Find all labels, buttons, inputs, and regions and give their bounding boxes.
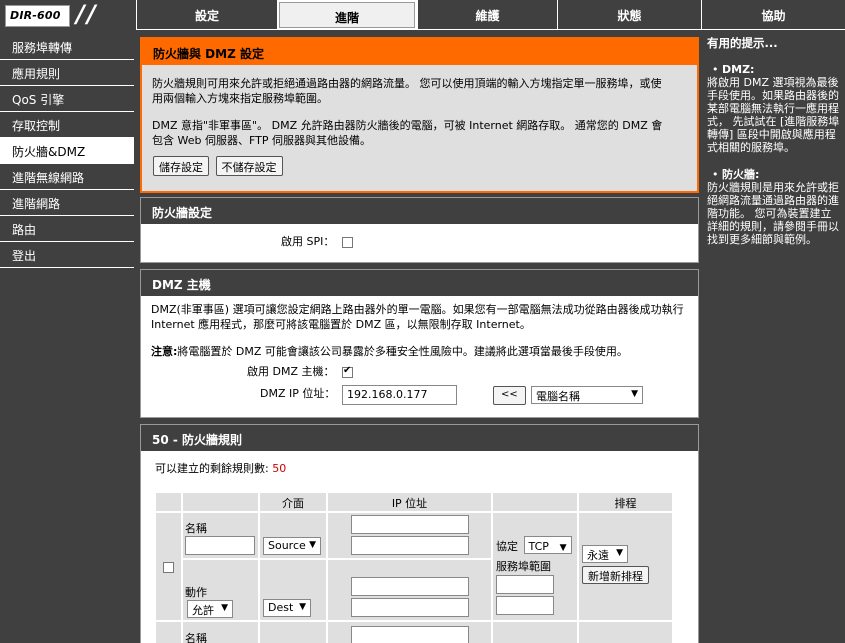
dest-interface-select[interactable]: Dest ▼: [263, 599, 311, 617]
dropdown-arrow-icon: ▼: [616, 548, 623, 558]
dmz-ip-label: DMZ IP 位址：: [260, 387, 336, 400]
protocol-value: TCP: [528, 540, 549, 553]
sidebar-item-port-forwarding[interactable]: 服務埠轉傳: [0, 34, 134, 60]
add-schedule-button[interactable]: 新增新排程: [582, 566, 649, 584]
rule-action-label: 動作: [185, 586, 207, 599]
dest-ip-start-input[interactable]: [350, 577, 469, 596]
table-row: 名稱: [156, 622, 672, 643]
firewall-rules-title: 50 - 防火牆規則: [141, 425, 698, 451]
rule-name-label: 名稱: [185, 632, 207, 643]
sidebar-item-routing[interactable]: 路由: [0, 216, 134, 242]
dropdown-arrow-icon: ▼: [299, 602, 306, 612]
sidebar-item-qos-engine[interactable]: QoS 引擎: [0, 86, 134, 112]
hint-firewall-title: 防火牆:: [722, 168, 760, 181]
tab-status[interactable]: 狀態: [557, 0, 701, 30]
dmz-intro-paragraph: DMZ 意指"非軍事區"。 DMZ 允許路由器防火牆後的電腦，可被 Intern…: [152, 119, 663, 147]
dmz-note-text: 將電腦置於 DMZ 可能會讓該公司暴露於多種安全性風險中。建議將此選項當最後手段…: [177, 345, 628, 358]
hint-dmz-text: 將啟用 DMZ 選項視為最後手段使用。如果路由器後的某部電腦無法執行一應用程式，…: [707, 76, 840, 154]
page-title: 防火牆與 DMZ 設定: [142, 39, 697, 65]
hint-firewall-text: 防火牆規則是用來允許或拒絕網路流量通過路由器的進階功能。 您可為裝置建立詳細的規…: [707, 181, 839, 246]
source-ip-end-input[interactable]: [350, 536, 469, 555]
dmz-note-label: 注意:: [151, 345, 178, 358]
protocol-label: 協定: [496, 540, 518, 553]
port-end-input[interactable]: [496, 596, 554, 615]
rule-enable-checkbox[interactable]: [163, 561, 174, 573]
dropdown-arrow-icon: ▼: [309, 540, 316, 550]
save-settings-button[interactable]: 儲存設定: [153, 156, 209, 176]
tab-maintenance[interactable]: 維護: [417, 0, 557, 30]
port-start-input[interactable]: [496, 575, 554, 594]
computer-name-select-value: 電腦名稱: [536, 390, 580, 403]
firewall-rules-section: 50 - 防火牆規則 可以建立的剩餘規則數: 50 介面 IP 位址 排程 名稱…: [140, 424, 699, 643]
intro-section: 防火牆與 DMZ 設定 防火牆規則可用來允許或拒絕通過路由器的網路流量。 您可以…: [140, 37, 699, 193]
sidebar-item-advanced-wireless[interactable]: 進階無線網路: [0, 164, 134, 190]
schedule-value: 永遠: [587, 549, 609, 562]
sidebar-item-advanced-network[interactable]: 進階網路: [0, 190, 134, 216]
sidebar: 服務埠轉傳 應用規則 QoS 引擎 存取控制 防火牆&DMZ 進階無線網路 進階…: [0, 34, 134, 268]
rule-name-input[interactable]: [185, 536, 255, 555]
copy-ip-button[interactable]: <<: [493, 386, 526, 405]
protocol-select[interactable]: TCP ▼: [523, 536, 572, 554]
logo-slash-icon: /: [76, 0, 85, 28]
sidebar-item-access-control[interactable]: 存取控制: [0, 112, 134, 138]
schedule-select[interactable]: 永遠 ▼: [582, 545, 628, 563]
dmz-description: DMZ(非軍事區) 選項可讓您設定網路上路由器外的單一電腦。如果您有一部電腦無法…: [151, 303, 684, 331]
dont-save-settings-button[interactable]: 不儲存設定: [215, 156, 283, 176]
dropdown-arrow-icon: ▼: [631, 389, 638, 399]
source-interface-value: Source: [268, 539, 306, 552]
ip-column-header: IP 位址: [328, 493, 491, 511]
firewall-rules-table: 介面 IP 位址 排程 名稱 Source ▼ 協定 TCP ▼ 服務埠範圍 永…: [154, 491, 674, 643]
sidebar-item-logout[interactable]: 登出: [0, 242, 134, 268]
dropdown-arrow-icon: ▼: [221, 603, 228, 613]
rule-name-label: 名稱: [185, 522, 207, 535]
main-content: 防火牆與 DMZ 設定 防火牆規則可用來允許或拒絕通過路由器的網路流量。 您可以…: [140, 34, 699, 643]
spi-checkbox[interactable]: [341, 236, 353, 248]
hint-dmz-title: DMZ:: [722, 63, 755, 76]
source-ip-start-input[interactable]: [350, 515, 469, 534]
dmz-note: 注意:將電腦置於 DMZ 可能會讓該公司暴露於多種安全性風險中。建議將此選項當最…: [141, 344, 698, 359]
dmz-host-title: DMZ 主機: [141, 270, 698, 296]
top-nav: 設定 進階 維護 狀態 協助: [136, 0, 845, 30]
rule-action-value: 允許: [192, 604, 214, 617]
dmz-host-section: DMZ 主機 DMZ(非軍事區) 選項可讓您設定網路上路由器外的單一電腦。如果您…: [140, 269, 699, 418]
rules-count: 50: [152, 433, 169, 447]
table-row: 名稱 Source ▼ 協定 TCP ▼ 服務埠範圍 永遠 ▼ 新增新排程: [156, 513, 672, 620]
rules-title-text: - 防火牆規則: [172, 433, 243, 447]
spi-label: 啟用 SPI：: [281, 235, 335, 248]
dropdown-arrow-icon: ▼: [559, 543, 567, 553]
remaining-rules-label: 可以建立的剩餘規則數:: [155, 462, 269, 475]
dmz-enable-checkbox[interactable]: [342, 365, 353, 378]
tab-help[interactable]: 協助: [701, 0, 845, 30]
intro-paragraph: 防火牆規則可用來允許或拒絕通過路由器的網路流量。 您可以使用頂端的輸入方塊指定單…: [152, 77, 662, 105]
model-label: DIR-600: [5, 5, 70, 27]
rule-action-select[interactable]: 允許 ▼: [187, 600, 233, 618]
dest-ip-end-input[interactable]: [350, 598, 469, 617]
port-range-label: 服務埠範圍: [496, 560, 551, 573]
computer-name-select[interactable]: 電腦名稱 ▼: [531, 386, 643, 404]
brand-logo: DIR-600 / /: [0, 0, 134, 30]
sidebar-item-application-rules[interactable]: 應用規則: [0, 60, 134, 86]
firewall-settings-title: 防火牆設定: [141, 198, 698, 224]
tab-advanced[interactable]: 進階: [277, 0, 417, 30]
tab-setup[interactable]: 設定: [136, 0, 277, 30]
dest-interface-value: Dest: [268, 601, 294, 614]
interface-column-header: 介面: [260, 493, 326, 511]
remaining-rules-value: 50: [272, 462, 287, 475]
sidebar-item-firewall-dmz[interactable]: 防火牆&DMZ: [0, 138, 134, 164]
dmz-ip-input[interactable]: 192.168.0.177: [342, 385, 457, 405]
schedule-column-header: 排程: [579, 493, 672, 511]
source-interface-select[interactable]: Source ▼: [263, 537, 321, 555]
source-ip-start-input[interactable]: [350, 626, 469, 643]
dmz-enable-label: 啟用 DMZ 主機：: [247, 365, 335, 378]
logo-slash-icon: /: [87, 0, 96, 28]
firewall-settings-section: 防火牆設定 啟用 SPI：: [140, 197, 699, 263]
table-header-row: 介面 IP 位址 排程: [156, 493, 672, 511]
hints-title: 有用的提示...: [707, 36, 778, 50]
helpful-hints-panel: 有用的提示... • DMZ: 將啟用 DMZ 選項視為最後手段使用。如果路由器…: [703, 34, 845, 643]
